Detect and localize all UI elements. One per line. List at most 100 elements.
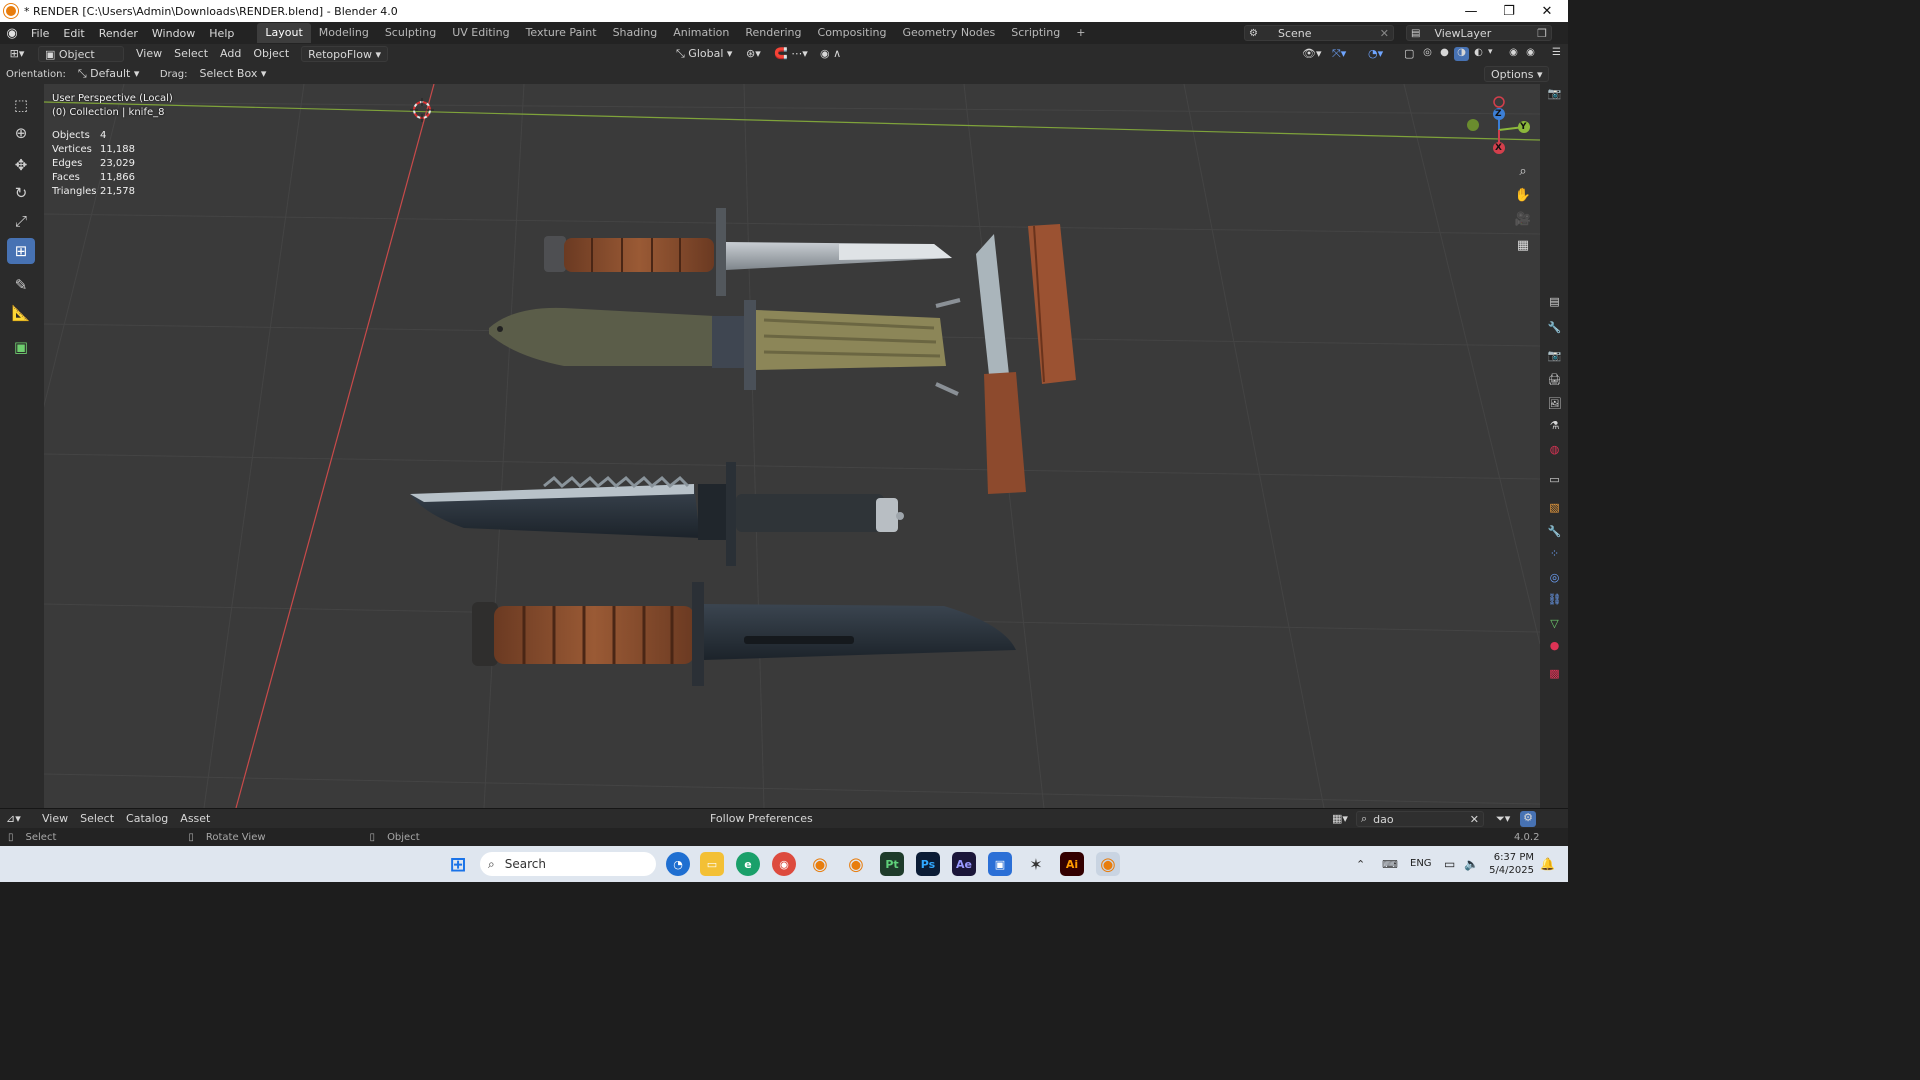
modifier-tab-icon[interactable]: 🔧 [1547, 524, 1562, 539]
tab-shading[interactable]: Shading [605, 23, 666, 43]
store-icon[interactable]: ▣ [988, 852, 1012, 876]
wireframe-shading-icon[interactable]: ◎ [1420, 47, 1435, 61]
asset-menu-catalog[interactable]: Catalog [120, 811, 174, 827]
snap-icon[interactable]: 🧲 ⋯▾ [768, 46, 814, 62]
camera-icon[interactable]: 📷 [1547, 86, 1562, 101]
scale-tool-icon[interactable]: ⤢ [7, 208, 35, 234]
render-tab-icon[interactable]: 📷 [1547, 348, 1562, 363]
texture-tab-icon[interactable]: ▩ [1547, 666, 1562, 681]
zoom-icon[interactable]: ⌕ [1512, 160, 1534, 182]
tab-sculpting[interactable]: Sculpting [377, 23, 444, 43]
menu-add[interactable]: Add [214, 46, 247, 62]
overlay-toggle-icon[interactable]: ◔▾ [1362, 46, 1389, 62]
render-toggle-icon[interactable]: ◉ [1506, 47, 1521, 61]
menu-help[interactable]: Help [202, 27, 241, 40]
tray-chevron-icon[interactable]: ⌃ [1356, 858, 1365, 871]
display-mode-icon[interactable]: ▦▾ [1326, 811, 1354, 827]
tool-settings-tab-icon[interactable]: 🔧 [1547, 320, 1562, 335]
filter-icon[interactable]: ⏷▾ [1490, 811, 1516, 827]
menu-select[interactable]: Select [168, 46, 214, 62]
pan-hand-icon[interactable]: ✋ [1512, 184, 1534, 206]
constraints-tab-icon[interactable]: ⛓ [1547, 592, 1562, 607]
asset-menu-asset[interactable]: Asset [174, 811, 216, 827]
duplicate-icon[interactable]: ❐ [1537, 27, 1547, 40]
tab-uv-editing[interactable]: UV Editing [444, 23, 517, 43]
world-tab-icon[interactable]: ◍ [1547, 442, 1562, 457]
after-effects-icon[interactable]: Ae [952, 852, 976, 876]
taskbar-search[interactable]: ⌕ Search [480, 852, 656, 876]
zbrush-icon[interactable]: ✶ [1024, 852, 1048, 876]
3d-viewport[interactable]: User Perspective (Local) (0) Collection … [44, 84, 1540, 808]
gizmo-toggle-icon[interactable]: ⤧▾ [1326, 46, 1352, 62]
transform-orientation-dropdown[interactable]: ⤡ Global ▾ [670, 46, 738, 62]
blender-taskbar-icon[interactable]: ◉ [808, 852, 832, 876]
illustrator-icon[interactable]: Ai [1060, 852, 1084, 876]
tab-geometry-nodes[interactable]: Geometry Nodes [894, 23, 1003, 43]
tab-texture-paint[interactable]: Texture Paint [518, 23, 605, 43]
menu-object[interactable]: Object [247, 46, 295, 62]
menu-render[interactable]: Render [92, 27, 145, 40]
physics-tab-icon[interactable]: ◎ [1547, 570, 1562, 585]
network-icon[interactable]: ▭ [1444, 857, 1455, 871]
tab-layout[interactable]: Layout [257, 23, 311, 43]
tool-tab-icon[interactable]: ▤ [1547, 294, 1562, 309]
menu-view[interactable]: View [130, 46, 168, 62]
close-button[interactable]: ✕ [1528, 0, 1566, 22]
camera-toggle-icon[interactable]: ◉ [1523, 47, 1538, 61]
tab-modeling[interactable]: Modeling [311, 23, 377, 43]
editor-type-icon[interactable]: ⊞▾ [0, 46, 34, 62]
clock[interactable]: 6:37 PM 5/4/2025 [1484, 851, 1534, 877]
cursor-tool-icon[interactable]: ⊕ [7, 120, 35, 146]
tab-animation[interactable]: Animation [665, 23, 737, 43]
particles-tab-icon[interactable]: ⁘ [1547, 546, 1562, 561]
rotate-tool-icon[interactable]: ↻ [7, 180, 35, 206]
language-indicator[interactable]: ENG [1410, 858, 1432, 869]
edge-icon[interactable]: e [736, 852, 760, 876]
retopoflow-menu[interactable]: RetopoFlow ▾ [301, 46, 388, 62]
material-shading-icon[interactable]: ◑ [1454, 47, 1469, 61]
volume-icon[interactable]: 🔈 [1464, 857, 1479, 871]
output-tab-icon[interactable]: 🖨 [1547, 372, 1562, 387]
object-tab-icon[interactable]: ▧ [1547, 500, 1562, 515]
windows-start-icon[interactable]: ⊞ [446, 852, 470, 876]
move-tool-icon[interactable]: ✥ [7, 152, 35, 178]
transform-tool-icon[interactable]: ⊞ [7, 238, 35, 264]
view-layer-tab-icon[interactable]: 🖼 [1547, 396, 1562, 411]
camera-view-icon[interactable]: 🎥 [1512, 208, 1534, 230]
tab-rendering[interactable]: Rendering [737, 23, 809, 43]
scene-tab-icon[interactable]: ⚗ [1547, 418, 1562, 433]
file-explorer-icon[interactable]: ▭ [700, 852, 724, 876]
solid-shading-icon[interactable]: ● [1437, 47, 1452, 61]
visibility-icon[interactable]: 👁▾ [1296, 46, 1328, 62]
menu-window[interactable]: Window [145, 27, 202, 40]
notification-icon[interactable]: 🔔 [1540, 857, 1555, 871]
orientation-dropdown[interactable]: ⤡ Default ▾ [72, 66, 148, 82]
photoshop-icon[interactable]: Ps [916, 852, 940, 876]
ortho-grid-icon[interactable]: ▦ [1512, 234, 1534, 256]
copilot-icon[interactable]: ◔ [666, 852, 690, 876]
blender-active-taskbar-icon[interactable]: ◉ [1096, 852, 1120, 876]
chrome-icon[interactable]: ◉ [772, 852, 796, 876]
add-cube-tool-icon[interactable]: ▣ [7, 334, 35, 360]
asset-search-field[interactable]: ⌕ dao ✕ [1356, 811, 1484, 827]
pivot-icon[interactable]: ⊛▾ [740, 46, 767, 62]
keyboard-icon[interactable]: ⌨ [1382, 858, 1398, 871]
measure-tool-icon[interactable]: 📐 [7, 300, 35, 326]
import-method-dropdown[interactable]: Follow Preferences▾ [704, 811, 820, 841]
close-icon[interactable]: ✕ [1380, 27, 1389, 40]
mode-dropdown[interactable]: ▣ Object Mode ▾ [38, 46, 124, 77]
select-box-tool-icon[interactable]: ⬚ [7, 92, 35, 118]
collection-tab-icon[interactable]: ▭ [1547, 472, 1562, 487]
shading-options-icon[interactable]: ▾ [1488, 47, 1498, 61]
annotate-tool-icon[interactable]: ✎ [7, 272, 35, 298]
menu-file[interactable]: File [24, 27, 56, 40]
scene-selector[interactable]: ⚙ Scene ✕ [1244, 25, 1394, 41]
proportional-edit-icon[interactable]: ◉ ∧ [814, 46, 847, 62]
asset-menu-view[interactable]: View [36, 811, 74, 827]
navigation-gizmo[interactable]: X Y Z [1464, 94, 1534, 164]
settings-gear-icon[interactable]: ⚙ [1520, 811, 1536, 827]
minimize-button[interactable]: — [1452, 0, 1490, 22]
options-dropdown[interactable]: Options ▾ [1484, 66, 1550, 82]
clear-search-icon[interactable]: ✕ [1470, 813, 1479, 826]
blender-menu-icon[interactable]: ◉ [0, 26, 24, 41]
